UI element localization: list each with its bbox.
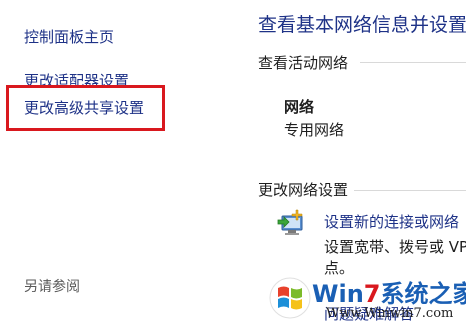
windows-flag-icon bbox=[269, 277, 311, 319]
network-type-link[interactable]: 专用网络 bbox=[284, 119, 344, 140]
setup-description-line1: 设置宽带、拨号或 VPN bbox=[324, 238, 466, 256]
network-name: 网络 bbox=[284, 98, 315, 116]
divider bbox=[354, 190, 466, 191]
left-navigation-pane: 控制面板主页 更改适配器设置 更改高级共享设置 另请参阅 bbox=[0, 0, 240, 327]
network-sharing-center: 控制面板主页 更改适配器设置 更改高级共享设置 另请参阅 查看基本网络信息并设置… bbox=[0, 0, 466, 327]
control-panel-home-link[interactable]: 控制面板主页 bbox=[24, 26, 114, 47]
watermark-logo-text: Win7系统之家 bbox=[312, 280, 466, 308]
change-settings-heading: 更改网络设置 bbox=[258, 181, 349, 199]
see-also-heading: 另请参阅 bbox=[24, 279, 80, 295]
change-advanced-sharing-settings-link[interactable]: 更改高级共享设置 bbox=[24, 97, 144, 118]
setup-new-connection-link[interactable]: 设置新的连接或网络 bbox=[324, 211, 459, 232]
watermark: Win7系统之家 Www.Winwin7.com bbox=[268, 268, 466, 327]
page-title: 查看基本网络信息并设置 bbox=[258, 14, 466, 36]
active-networks-heading: 查看活动网络 bbox=[258, 54, 349, 72]
divider bbox=[360, 62, 466, 63]
new-connection-icon bbox=[277, 209, 303, 235]
watermark-url: Www.Winwin7.com bbox=[326, 306, 454, 321]
